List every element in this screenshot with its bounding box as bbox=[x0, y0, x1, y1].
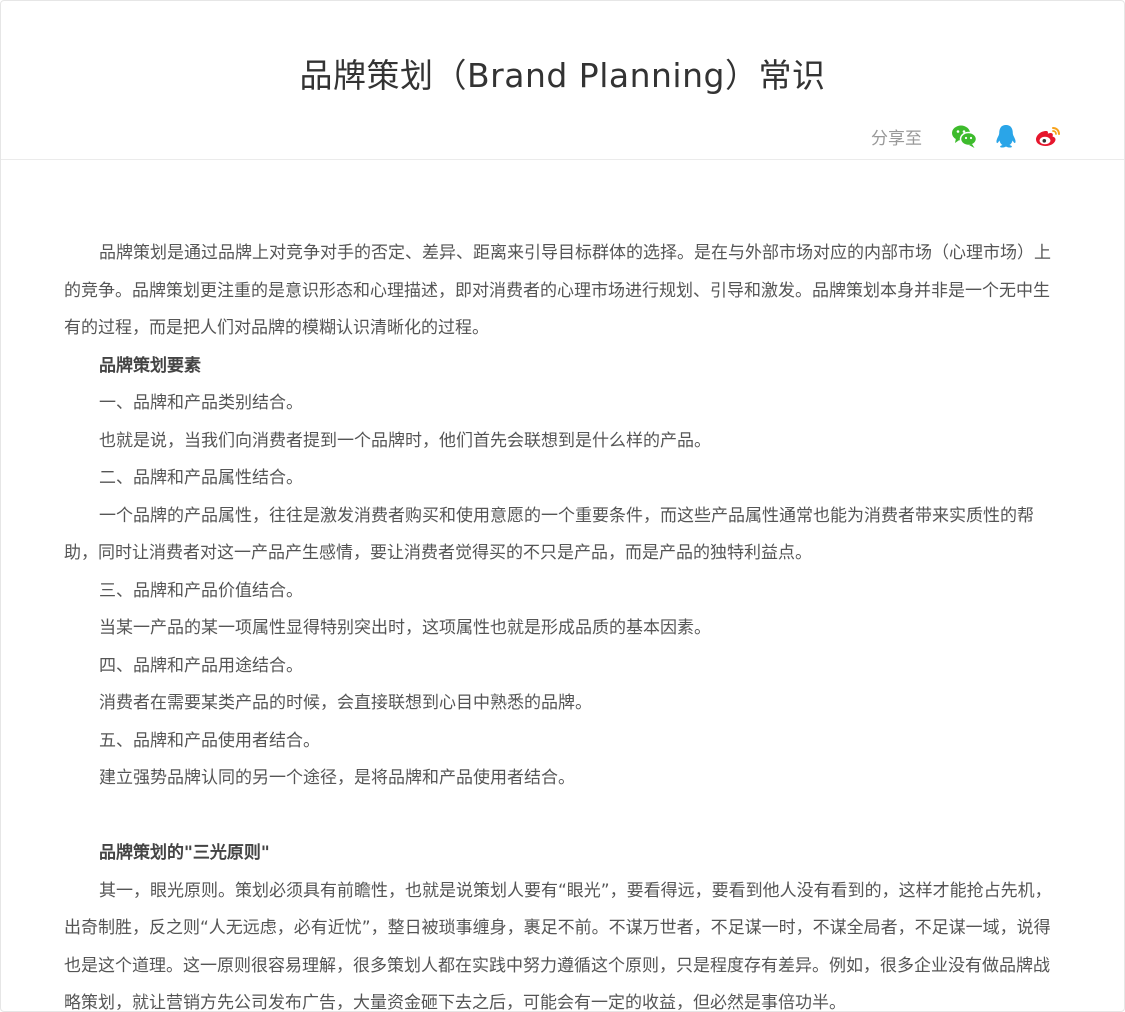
article-paragraph: 消费者在需要某类产品的时候，会直接联想到心目中熟悉的品牌。 bbox=[64, 685, 1064, 723]
article-card: 品牌策划（Brand Planning）常识 分享至 bbox=[0, 0, 1125, 1012]
article-paragraph: 二、品牌和产品属性结合。 bbox=[64, 460, 1064, 498]
article-paragraph: 一个品牌的产品属性，往往是激发消费者购买和使用意愿的一个重要条件，而这些产品属性… bbox=[64, 498, 1064, 573]
article-body: 品牌策划是通过品牌上对竞争对手的否定、差异、距离来引导目标群体的选择。是在与外部… bbox=[64, 235, 1064, 1012]
paragraph-spacer bbox=[64, 798, 1064, 836]
wechat-icon[interactable] bbox=[950, 122, 978, 150]
share-label: 分享至 bbox=[871, 124, 922, 149]
weibo-icon[interactable] bbox=[1034, 122, 1062, 150]
article-paragraph: 当某一产品的某一项属性显得特别突出时，这项属性也就是形成品质的基本因素。 bbox=[64, 610, 1064, 648]
article-paragraph: 五、品牌和产品使用者结合。 bbox=[64, 723, 1064, 761]
share-bar: 分享至 bbox=[871, 121, 1062, 151]
article-paragraph: 建立强势品牌认同的另一个途径，是将品牌和产品使用者结合。 bbox=[64, 760, 1064, 798]
article-paragraph: 四、品牌和产品用途结合。 bbox=[64, 648, 1064, 686]
section-heading: 品牌策划要素 bbox=[64, 348, 1064, 386]
article-paragraph: 也就是说，当我们向消费者提到一个品牌时，他们首先会联想到是什么样的产品。 bbox=[64, 423, 1064, 461]
article-paragraph: 三、品牌和产品价值结合。 bbox=[64, 573, 1064, 611]
section-heading: 品牌策划的"三光原则" bbox=[64, 835, 1064, 873]
article-paragraph: 一、品牌和产品类别结合。 bbox=[64, 385, 1064, 423]
article-title: 品牌策划（Brand Planning）常识 bbox=[1, 49, 1124, 97]
article-paragraph: 其一，眼光原则。策划必须具有前瞻性，也就是说策划人要有“眼光”，要看得远，要看到… bbox=[64, 873, 1064, 1012]
qq-icon[interactable] bbox=[992, 122, 1020, 150]
article-paragraph: 品牌策划是通过品牌上对竞争对手的否定、差异、距离来引导目标群体的选择。是在与外部… bbox=[64, 235, 1064, 348]
article-header: 品牌策划（Brand Planning）常识 分享至 bbox=[1, 1, 1124, 160]
